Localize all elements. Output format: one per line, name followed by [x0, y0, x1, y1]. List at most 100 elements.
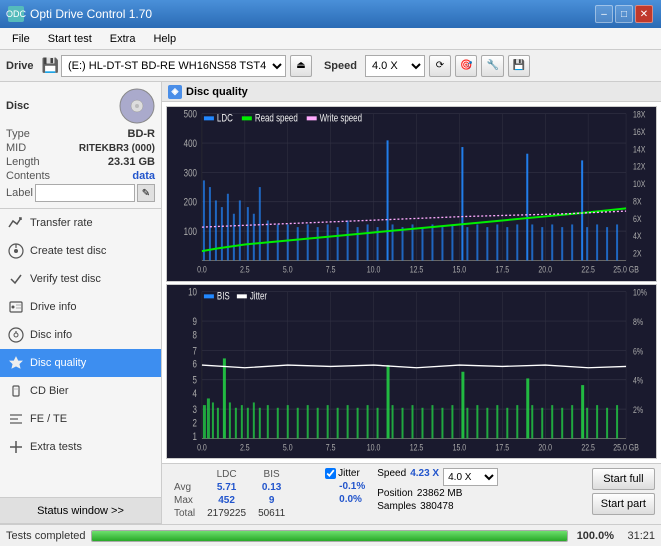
- svg-text:Read speed: Read speed: [255, 111, 298, 123]
- speed-row: Speed 4.23 X 4.0 X: [377, 468, 498, 486]
- menu-file[interactable]: File: [4, 31, 38, 47]
- max-label: Max: [168, 494, 201, 507]
- jitter-checkbox-label[interactable]: Jitter: [325, 468, 360, 479]
- svg-text:25.0 GB: 25.0 GB: [613, 265, 639, 275]
- disc-quality-title: Disc quality: [186, 86, 248, 98]
- titlebar: ODC Opti Drive Control 1.70 – □ ✕: [0, 0, 661, 28]
- label-input[interactable]: [35, 184, 135, 202]
- status-window-button[interactable]: Status window >>: [0, 498, 161, 524]
- verify-test-disc-icon: [8, 271, 24, 287]
- sidebar-item-transfer-rate-label: Transfer rate: [30, 217, 93, 229]
- sidebar-item-fe-te[interactable]: FE / TE: [0, 405, 161, 433]
- bis-chart: 10 9 8 7 6 5 4 3 2 1 10% 8% 6% 4% 2%: [166, 284, 657, 460]
- menu-help[interactable]: Help: [145, 31, 184, 47]
- eject-button[interactable]: ⏏: [290, 55, 312, 77]
- ldc-header: LDC: [201, 468, 252, 481]
- close-button[interactable]: ✕: [635, 5, 653, 23]
- status-window-label: Status window >>: [37, 505, 124, 517]
- svg-text:20.0: 20.0: [538, 265, 552, 275]
- progress-bar-fill: [92, 531, 567, 541]
- toolbar: Drive 💾 (E:) HL-DT-ST BD-RE WH16NS58 TST…: [0, 50, 661, 82]
- svg-text:2: 2: [193, 416, 197, 428]
- sidebar-item-disc-info[interactable]: Disc info: [0, 321, 161, 349]
- start-full-button[interactable]: Start full: [592, 468, 655, 490]
- label-edit-button[interactable]: ✎: [137, 184, 155, 202]
- svg-text:16X: 16X: [633, 127, 646, 137]
- status-text: Tests completed: [6, 530, 85, 542]
- contents-label: Contents: [6, 170, 50, 182]
- max-ldc: 452: [201, 494, 252, 507]
- speed-stats-selector[interactable]: 4.0 X: [443, 468, 498, 486]
- app-icon: ODC: [8, 6, 24, 22]
- sidebar-item-extra-tests[interactable]: Extra tests: [0, 433, 161, 461]
- svg-text:5: 5: [193, 373, 197, 385]
- speed-selector[interactable]: 4.0 X: [365, 55, 425, 77]
- type-label: Type: [6, 128, 30, 140]
- svg-text:200: 200: [184, 196, 197, 208]
- svg-text:4X: 4X: [633, 231, 642, 241]
- svg-text:8X: 8X: [633, 196, 642, 206]
- total-row: Total 2179225 50611: [168, 507, 315, 520]
- main-area: Disc Type BD-R MID RITEKBR3 (000) Length…: [0, 82, 661, 524]
- svg-text:4: 4: [193, 386, 197, 398]
- disc-quality-header: ◈ Disc quality: [162, 82, 661, 102]
- svg-text:17.5: 17.5: [496, 442, 510, 452]
- svg-text:10X: 10X: [633, 179, 646, 189]
- svg-text:100: 100: [184, 225, 197, 237]
- avg-jitter: -0.1%: [339, 481, 365, 492]
- stats-area: LDC BIS Avg 5.71 0.13 Max 452: [162, 463, 661, 524]
- menu-extra[interactable]: Extra: [102, 31, 144, 47]
- position-label: Position: [377, 488, 413, 499]
- toolbar-btn-3[interactable]: 🔧: [481, 55, 503, 77]
- stats-table: LDC BIS Avg 5.71 0.13 Max 452: [168, 468, 315, 520]
- svg-text:14X: 14X: [633, 144, 646, 154]
- disc-section-title: Disc: [6, 100, 29, 112]
- fe-te-icon: [8, 411, 24, 427]
- disc-panel: Disc Type BD-R MID RITEKBR3 (000) Length…: [0, 82, 161, 209]
- drive-selector[interactable]: (E:) HL-DT-ST BD-RE WH16NS58 TST4: [61, 55, 286, 77]
- avg-row: Avg 5.71 0.13: [168, 481, 315, 494]
- jitter-section: Jitter -0.1% 0.0%: [325, 468, 365, 505]
- svg-text:Jitter: Jitter: [250, 289, 267, 301]
- total-bis: 50611: [252, 507, 291, 520]
- sidebar-item-cd-bier[interactable]: CD Bier: [0, 377, 161, 405]
- sidebar-item-create-test-disc[interactable]: Create test disc: [0, 237, 161, 265]
- sidebar-item-verify-test-disc[interactable]: Verify test disc: [0, 265, 161, 293]
- svg-text:300: 300: [184, 166, 197, 178]
- sidebar-item-disc-quality[interactable]: Disc quality: [0, 349, 161, 377]
- svg-text:15.0: 15.0: [453, 265, 467, 275]
- start-part-button[interactable]: Start part: [592, 493, 655, 515]
- toolbar-btn-1[interactable]: ⟳: [429, 55, 451, 77]
- svg-text:5.0: 5.0: [283, 265, 293, 275]
- svg-text:9: 9: [193, 314, 197, 326]
- samples-value: 380478: [420, 501, 453, 512]
- drive-label: Drive: [6, 60, 34, 72]
- minimize-button[interactable]: –: [595, 5, 613, 23]
- svg-text:6X: 6X: [633, 214, 642, 224]
- speed-current-value: 4.23 X: [410, 468, 439, 486]
- position-value: 23862 MB: [417, 488, 463, 499]
- max-jitter-row: 0.0%: [325, 494, 362, 505]
- toolbar-save-button[interactable]: 💾: [508, 55, 530, 77]
- svg-text:20.0: 20.0: [538, 442, 552, 452]
- nav-menu: Transfer rate Create test disc Verify te…: [0, 209, 161, 461]
- status-time: 31:21: [620, 530, 655, 542]
- content-area: ◈ Disc quality: [162, 82, 661, 524]
- sidebar-item-drive-info[interactable]: Drive info: [0, 293, 161, 321]
- contents-value: data: [132, 170, 155, 182]
- jitter-checkbox[interactable]: [325, 468, 336, 479]
- svg-text:8: 8: [193, 328, 197, 340]
- status-percent: 100.0%: [574, 530, 614, 542]
- app-title: Opti Drive Control 1.70: [30, 7, 152, 21]
- toolbar-btn-2[interactable]: 🎯: [455, 55, 477, 77]
- menu-start-test[interactable]: Start test: [40, 31, 100, 47]
- drive-info-icon: [8, 299, 24, 315]
- sidebar-item-cd-bier-label: CD Bier: [30, 385, 69, 397]
- window-controls: – □ ✕: [595, 5, 653, 23]
- sidebar-item-transfer-rate[interactable]: Transfer rate: [0, 209, 161, 237]
- maximize-button[interactable]: □: [615, 5, 633, 23]
- position-row: Position 23862 MB: [377, 488, 498, 499]
- statusbar: Tests completed 100.0% 31:21: [0, 524, 661, 546]
- disc-image: [119, 88, 155, 124]
- sidebar-status: Status window >>: [0, 497, 161, 524]
